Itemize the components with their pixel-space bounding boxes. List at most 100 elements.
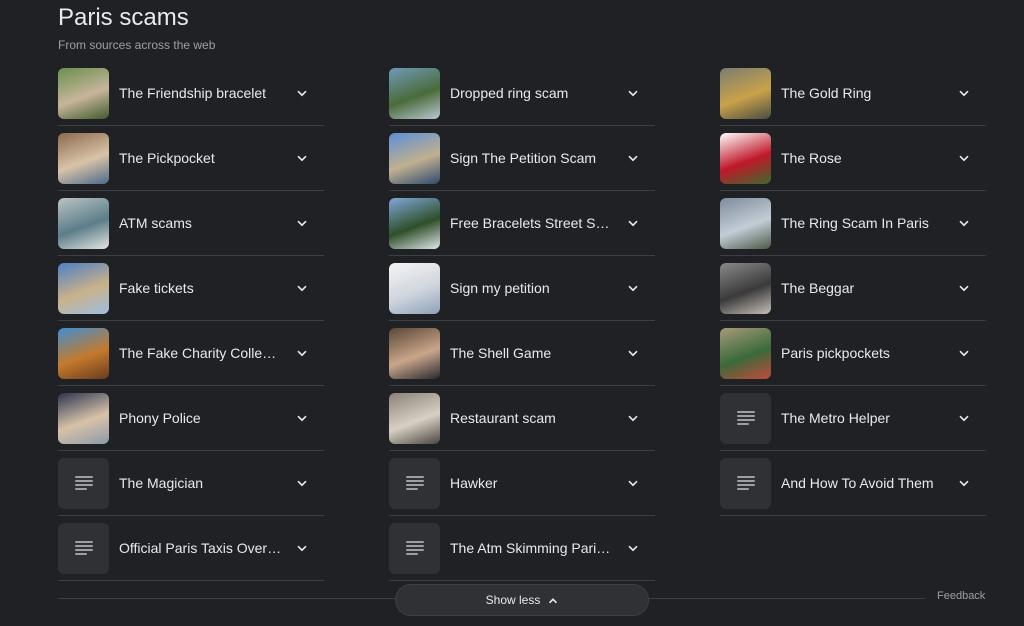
chevron-up-icon <box>548 595 558 605</box>
chevron-down-icon[interactable] <box>296 477 308 489</box>
paris-scams-panel: Paris scams From sources across the web … <box>0 0 1024 626</box>
scam-item-label: The Fake Charity Collector <box>119 345 283 361</box>
chevron-down-icon[interactable] <box>958 282 970 294</box>
scam-list-item[interactable]: The Pickpocket <box>58 126 324 191</box>
article-icon <box>720 457 771 509</box>
scam-list-item[interactable]: Paris pickpockets <box>720 321 986 386</box>
chevron-down-icon[interactable] <box>627 282 639 294</box>
scam-list-item[interactable]: Dropped ring scam <box>389 61 655 126</box>
scam-item-label: Fake tickets <box>119 280 194 296</box>
scam-list-item[interactable]: The Gold Ring <box>720 61 986 126</box>
chevron-down-icon[interactable] <box>296 152 308 164</box>
scam-item-label: ATM scams <box>119 215 192 231</box>
petition-form-photo <box>389 262 440 314</box>
scam-list-item[interactable]: Sign my petition <box>389 256 655 321</box>
show-less-button[interactable]: Show less <box>395 584 649 616</box>
chevron-down-icon[interactable] <box>296 542 308 554</box>
chevron-down-icon[interactable] <box>296 282 308 294</box>
scam-item-label: The Beggar <box>781 280 855 296</box>
chevron-down-icon[interactable] <box>627 217 639 229</box>
montmartre-photo <box>389 197 440 249</box>
article-icon <box>58 522 109 574</box>
scam-list-item[interactable]: Sign The Petition Scam <box>389 126 655 191</box>
chevron-down-icon[interactable] <box>958 217 970 229</box>
scam-item-label: The Ring Scam In Paris <box>781 215 929 231</box>
scam-item-label: The Magician <box>119 475 204 491</box>
charity-collector-photo <box>58 327 109 379</box>
metro-station-photo <box>720 327 771 379</box>
scam-list-item[interactable]: Official Paris Taxis Overc... <box>58 516 324 581</box>
article-icon <box>389 522 440 574</box>
page-subtitle: From sources across the web <box>58 38 216 52</box>
chevron-down-icon[interactable] <box>627 347 639 359</box>
scam-list-item[interactable]: And How To Avoid Them <box>720 451 986 516</box>
scam-list-item[interactable]: The Rose <box>720 126 986 191</box>
scam-list-item[interactable]: Hawker <box>389 451 655 516</box>
scam-list-item[interactable]: The Beggar <box>720 256 986 321</box>
friendship-bracelet-photo <box>58 67 109 119</box>
show-less-label: Show less <box>485 593 541 607</box>
scam-item-label: Hawker <box>450 475 498 491</box>
scam-list-item[interactable]: The Atm Skimming Paris ... <box>389 516 655 581</box>
scam-list-item[interactable]: The Fake Charity Collector <box>58 321 324 386</box>
scam-item-label: The Rose <box>781 150 842 166</box>
chevron-down-icon[interactable] <box>958 152 970 164</box>
chevron-down-icon[interactable] <box>627 87 639 99</box>
scam-item-label: Sign my petition <box>450 280 550 296</box>
scam-item-label: The Pickpocket <box>119 150 215 166</box>
scam-list-item[interactable]: The Metro Helper <box>720 386 986 451</box>
restaurant-photo <box>389 392 440 444</box>
scam-item-label: The Metro Helper <box>781 410 890 426</box>
scam-item-label: Dropped ring scam <box>450 85 569 101</box>
eiffel-tower-photo <box>720 197 771 249</box>
pickpocket-photo <box>58 132 109 184</box>
chevron-down-icon[interactable] <box>627 412 639 424</box>
chevron-down-icon[interactable] <box>958 412 970 424</box>
scam-list-item[interactable]: ATM scams <box>58 191 324 256</box>
scam-item-label: The Gold Ring <box>781 85 872 101</box>
scam-list-item[interactable]: The Shell Game <box>389 321 655 386</box>
scam-item-label: The Friendship bracelet <box>119 85 267 101</box>
scam-item-label: Phony Police <box>119 410 201 426</box>
scam-item-label: The Shell Game <box>450 345 552 361</box>
chevron-down-icon[interactable] <box>627 542 639 554</box>
scam-column-1: The Friendship bracelet The Pickpocket ATM… <box>58 61 324 581</box>
scam-item-label: Restaurant scam <box>450 410 556 426</box>
scam-list-item[interactable]: The Magician <box>58 451 324 516</box>
scam-list-item[interactable]: Restaurant scam <box>389 386 655 451</box>
page-title: Paris scams <box>58 4 189 31</box>
scam-list-item[interactable]: Fake tickets <box>58 256 324 321</box>
chevron-down-icon[interactable] <box>627 477 639 489</box>
scam-item-label: Sign The Petition Scam <box>450 150 597 166</box>
scam-list-item[interactable]: The Ring Scam In Paris <box>720 191 986 256</box>
chevron-down-icon[interactable] <box>296 217 308 229</box>
scam-item-label: And How To Avoid Them <box>781 475 934 491</box>
seine-river-photo <box>389 67 440 119</box>
paris-street-photo <box>389 132 440 184</box>
chevron-down-icon[interactable] <box>296 87 308 99</box>
article-icon <box>58 457 109 509</box>
shell-game-photo <box>389 327 440 379</box>
chevron-down-icon[interactable] <box>296 412 308 424</box>
gold-ring-photo <box>720 67 771 119</box>
chevron-down-icon[interactable] <box>958 477 970 489</box>
arc-de-triomphe-photo <box>58 262 109 314</box>
chevron-down-icon[interactable] <box>958 87 970 99</box>
feedback-link[interactable]: Feedback <box>925 590 998 602</box>
scam-column-2: Dropped ring scam Sign The Petition Scam F… <box>389 61 655 581</box>
scam-item-label: Free Bracelets Street Sell... <box>450 215 614 231</box>
scam-column-3: The Gold Ring The Rose The Ring Scam In Pa… <box>720 61 986 516</box>
police-officer-photo <box>58 392 109 444</box>
scam-item-label: Paris pickpockets <box>781 345 890 361</box>
scam-list-item[interactable]: Phony Police <box>58 386 324 451</box>
chevron-down-icon[interactable] <box>627 152 639 164</box>
scam-item-label: Official Paris Taxis Overc... <box>119 540 283 556</box>
article-icon <box>720 392 771 444</box>
scam-list-item[interactable]: Free Bracelets Street Sell... <box>389 191 655 256</box>
chevron-down-icon[interactable] <box>296 347 308 359</box>
scam-item-label: The Atm Skimming Paris ... <box>450 540 614 556</box>
scam-list-item[interactable]: The Friendship bracelet <box>58 61 324 126</box>
atm-scam-photo <box>58 197 109 249</box>
article-icon <box>389 457 440 509</box>
chevron-down-icon[interactable] <box>958 347 970 359</box>
